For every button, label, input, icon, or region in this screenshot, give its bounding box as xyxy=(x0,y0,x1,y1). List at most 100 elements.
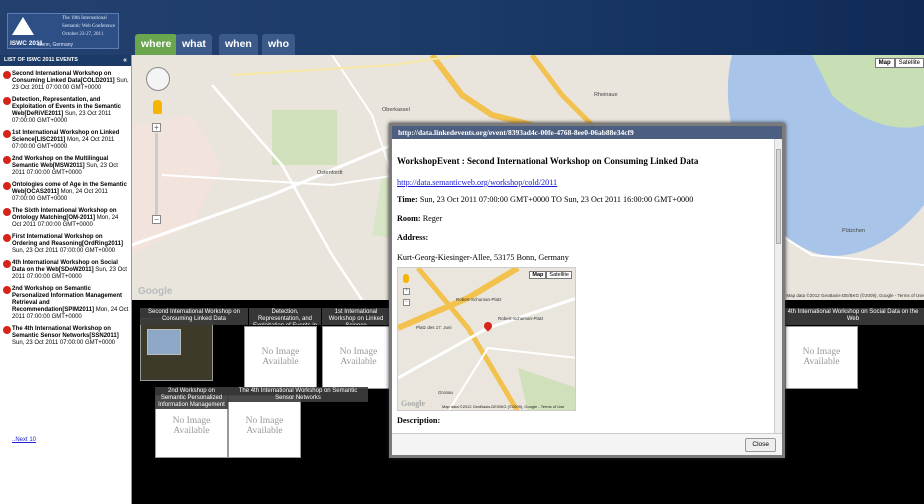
description-label: Description: xyxy=(397,416,441,425)
event-item[interactable]: Ontologies come of Age in the Semantic W… xyxy=(0,182,131,203)
event-item[interactable]: The 4th International Workshop on Semant… xyxy=(0,326,131,347)
event-caption[interactable]: The 4th International Workshop on Semant… xyxy=(228,387,368,402)
next-page-link[interactable]: ..Next 10 xyxy=(12,437,36,443)
tab-where[interactable]: where xyxy=(135,34,178,55)
event-caption[interactable]: Detection, Representation, and Exploitat… xyxy=(249,308,321,325)
minimap-label: Gronau xyxy=(438,390,454,395)
event-title[interactable]: The 4th International Workshop on Semant… xyxy=(12,326,119,339)
road xyxy=(231,55,463,76)
address-value: Kurt-Georg-Kiesinger-Allee, 53175 Bonn, … xyxy=(397,253,569,262)
pegman-icon[interactable] xyxy=(153,100,162,114)
event-minimap[interactable]: Robert-Schuman-Platz Robert-Schuman-Plat… xyxy=(397,267,576,411)
map-type-satellite[interactable]: Satellite xyxy=(894,58,924,68)
marker-icon xyxy=(3,286,11,294)
popup-title: http://data.linkedevents.org/event/8393a… xyxy=(392,126,782,139)
tab-who[interactable]: who xyxy=(262,34,295,55)
logo-line1: The 10th International xyxy=(62,16,107,21)
event-item[interactable]: 4th International Workshop on Social Dat… xyxy=(0,260,131,281)
event-detail-popup: http://data.linkedevents.org/event/8393a… xyxy=(389,123,785,458)
no-image-text: No Image Available xyxy=(245,416,284,436)
event-item[interactable]: 2nd Workshop on Semantic Personalized In… xyxy=(0,286,131,321)
event-photo xyxy=(147,329,181,355)
event-image-card[interactable]: No Image Available xyxy=(244,326,317,389)
popup-body[interactable]: WorkshopEvent : Second International Wor… xyxy=(392,139,774,433)
map-label: Rheinaue xyxy=(594,92,618,98)
popup-scrollbar[interactable] xyxy=(774,139,782,433)
google-logo: Google xyxy=(138,286,173,297)
minimap-type-control: Map Satellite xyxy=(529,271,572,279)
time-label: Time: xyxy=(397,195,418,204)
event-image-card[interactable] xyxy=(140,318,213,381)
map-attribution: Map data ©2012 GeoBasis-DE/BKG (©2009), … xyxy=(786,293,924,298)
road xyxy=(398,297,575,380)
minimap-label: Robert-Schuman-Platz xyxy=(498,316,544,321)
event-title[interactable]: Second International Workshop on Consumi… xyxy=(12,71,115,84)
map-label: Oberkassel xyxy=(382,107,410,113)
minimap-attribution: Map data ©2012 GeoBasis-DE/BKG (©2009), … xyxy=(442,404,565,409)
sidebar-title: LIST OF ISWC 2011 EVENTS xyxy=(4,57,78,63)
marker-icon xyxy=(3,182,11,190)
sidebar-header: LIST OF ISWC 2011 EVENTS « xyxy=(0,55,131,66)
no-image-text: No Image Available xyxy=(172,416,211,436)
pan-control[interactable] xyxy=(146,67,170,91)
minimap-label: Robert-Schuman-Platz xyxy=(456,297,502,302)
event-item[interactable]: Detection, Representation, and Exploitat… xyxy=(0,97,131,125)
map-label: Pützchen xyxy=(842,228,865,234)
green-area xyxy=(272,110,337,165)
zoom-in-button[interactable]: + xyxy=(152,123,161,132)
scrollbar-thumb[interactable] xyxy=(776,149,781,244)
marker-icon xyxy=(3,71,11,79)
logo-location: Bonn, Germany xyxy=(38,42,74,48)
marker-icon xyxy=(3,130,11,138)
room-value: Reger xyxy=(422,214,443,223)
minimap-zoom-out-button[interactable]: − xyxy=(403,299,410,306)
marker-icon xyxy=(3,234,11,242)
popup-time: Time: Sun, 23 Oct 2011 07:00:00 GMT+0000… xyxy=(397,195,693,204)
pegman-icon[interactable] xyxy=(403,274,409,283)
minimap-type-map[interactable]: Map xyxy=(529,271,547,279)
minimap-type-satellite[interactable]: Satellite xyxy=(546,271,572,279)
event-item[interactable]: First International Workshop on Ordering… xyxy=(0,234,131,255)
event-item[interactable]: 1st International Workshop on Linked Sci… xyxy=(0,130,131,151)
event-image-card[interactable]: No Image Available xyxy=(322,326,395,389)
event-caption[interactable]: Second International Workshop on Consumi… xyxy=(140,308,248,325)
highway xyxy=(429,55,533,128)
event-item[interactable]: 2nd Workshop on the Multilingual Semanti… xyxy=(0,156,131,177)
logo-line2: Semantic Web Conference xyxy=(62,24,116,29)
popup-footer: Close xyxy=(392,433,782,455)
zoom-slider[interactable] xyxy=(155,133,158,215)
workshop-link[interactable]: http://data.semanticweb.org/workshop/col… xyxy=(397,178,557,187)
popup-heading: WorkshopEvent : Second International Wor… xyxy=(397,156,699,166)
event-image-card[interactable]: No Image Available xyxy=(228,395,301,458)
marker-icon xyxy=(3,156,11,164)
collapse-icon[interactable]: « xyxy=(123,55,127,66)
no-image-text: No Image Available xyxy=(802,347,841,367)
marker-icon xyxy=(3,260,11,268)
minimap-zoom-in-button[interactable]: + xyxy=(403,288,410,295)
logo-triangle-icon xyxy=(12,17,34,35)
close-button[interactable]: Close xyxy=(745,438,776,452)
event-item[interactable]: Second International Workshop on Consumi… xyxy=(0,71,131,92)
zoom-out-button[interactable]: − xyxy=(152,215,161,224)
tab-what[interactable]: what xyxy=(176,34,212,55)
conference-logo[interactable]: ISWC 2011 The 10th International Semanti… xyxy=(7,13,119,49)
room-label: Room: xyxy=(397,214,421,223)
event-image-card[interactable]: No Image Available xyxy=(785,326,858,389)
tab-when[interactable]: when xyxy=(219,34,258,55)
event-caption[interactable]: 2nd Workshop on Semantic Personalized In… xyxy=(155,387,228,409)
map-type-control: Map Satellite xyxy=(874,58,924,68)
time-value: Sun, 23 Oct 2011 07:00:00 GMT+0000 TO Su… xyxy=(419,195,694,204)
no-image-text: No Image Available xyxy=(339,347,378,367)
minimap-tiles xyxy=(398,268,575,410)
events-sidebar: LIST OF ISWC 2011 EVENTS « Second Intern… xyxy=(0,55,132,504)
marker-icon xyxy=(3,208,11,216)
popup-room: Room: Reger xyxy=(397,214,442,223)
event-time: Sun, 23 Oct 2011 07:00:00 GMT+0000 xyxy=(12,340,116,346)
event-item[interactable]: The Sixth International Workshop on Onto… xyxy=(0,208,131,229)
event-caption[interactable]: 1st International Workshop on Linked Sci… xyxy=(322,308,390,325)
map-type-map[interactable]: Map xyxy=(874,58,895,68)
event-caption[interactable]: 4th International Workshop on Social Dat… xyxy=(782,308,924,325)
logo-line3: October 23-27, 2011 xyxy=(62,32,104,37)
event-title[interactable]: First International Workshop on Ordering… xyxy=(12,234,123,247)
minimap-label: Platz des 17. Juni xyxy=(416,325,452,330)
